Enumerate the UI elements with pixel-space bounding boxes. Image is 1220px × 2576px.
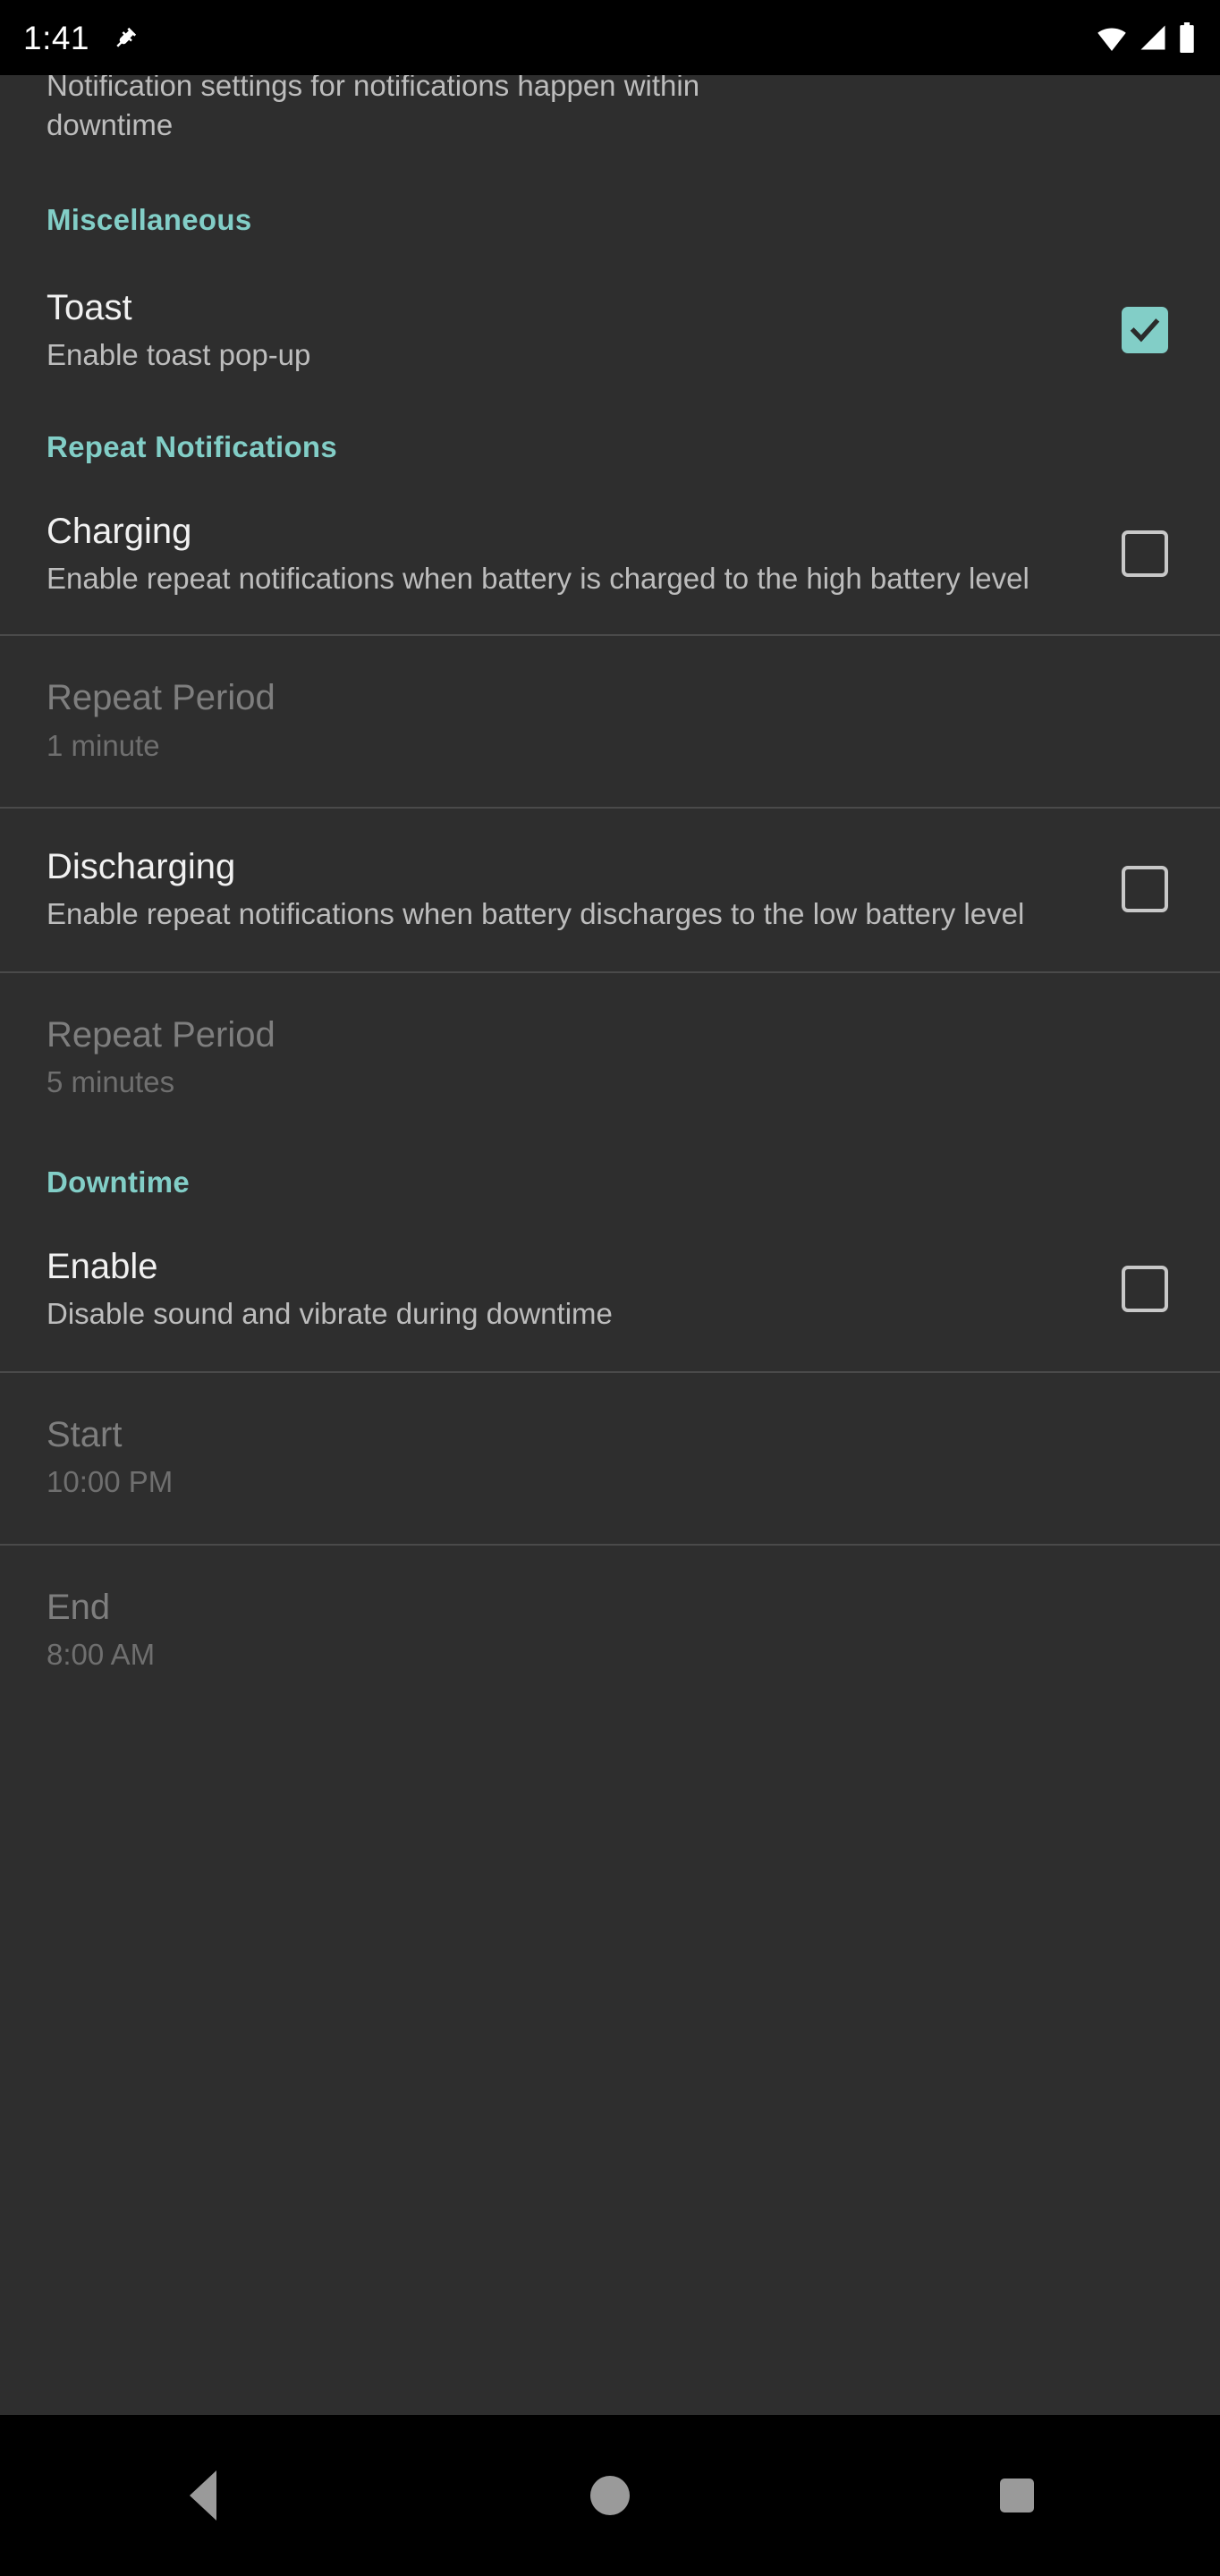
preference-text-charging: Charging Enable repeat notifications whe… xyxy=(47,511,1122,597)
checkbox-downtime-enable[interactable] xyxy=(1122,1265,1168,1312)
preference-summary-downtime-enable: Disable sound and vibrate during downtim… xyxy=(47,1296,613,1330)
preference-text-discharging: Discharging Enable repeat notifications … xyxy=(47,846,1122,932)
nav-recents-button[interactable] xyxy=(936,2415,1097,2576)
preference-row-repeat-period-charging[interactable]: Repeat Period 1 minute xyxy=(0,636,1220,806)
preference-row-charging[interactable]: Charging Enable repeat notifications whe… xyxy=(0,511,1220,634)
preference-row-toast[interactable]: Toast Enable toast pop-up xyxy=(0,287,1220,373)
preference-title-downtime-enable: Enable xyxy=(47,1246,158,1286)
nav-back-button[interactable] xyxy=(123,2415,284,2576)
preference-text-repeat-period-discharging: Repeat Period 5 minutes xyxy=(47,1014,1173,1100)
home-icon xyxy=(589,2476,630,2515)
preference-summary-toast: Enable toast pop-up xyxy=(47,337,311,371)
status-bar-clock: 1:41 xyxy=(23,19,90,56)
checkmark-icon xyxy=(1130,318,1160,343)
preference-summary-repeat-period-discharging: 5 minutes xyxy=(47,1065,175,1099)
plug-icon xyxy=(116,27,137,47)
status-bar: 1:41 xyxy=(0,0,1220,75)
preference-row-repeat-period-discharging[interactable]: Repeat Period 5 minutes xyxy=(0,973,1220,1109)
preference-title-repeat-period-discharging: Repeat Period xyxy=(47,1015,275,1055)
preference-row-downtime-enable[interactable]: Enable Disable sound and vibrate during … xyxy=(0,1246,1220,1371)
settings-scroll-container[interactable]: Notification settings for notifications … xyxy=(0,75,1220,2415)
category-header-downtime: Downtime xyxy=(47,1165,191,1199)
preference-summary-discharging: Enable repeat notifications when battery… xyxy=(47,897,1025,930)
wifi-icon xyxy=(1097,28,1126,51)
preference-text-downtime-end: End 8:00 AM xyxy=(47,1587,1173,1673)
preference-title-downtime-start: Start xyxy=(47,1415,123,1455)
preference-title-repeat-period-charging: Repeat Period xyxy=(47,678,275,718)
clipped-summary-line-2: downtime xyxy=(47,108,174,142)
preference-text-toast: Toast Enable toast pop-up xyxy=(47,287,1122,373)
checkbox-charging[interactable] xyxy=(1122,530,1168,578)
navigation-bar xyxy=(0,2415,1220,2576)
recents-icon xyxy=(999,2479,1034,2512)
nav-home-button[interactable] xyxy=(530,2415,690,2576)
status-bar-notification-icons xyxy=(111,23,138,52)
category-header-miscellaneous: Miscellaneous xyxy=(47,202,252,236)
preference-title-toast: Toast xyxy=(47,287,132,327)
battery-icon xyxy=(1180,22,1194,53)
preference-summary-downtime-end: 8:00 AM xyxy=(47,1637,156,1671)
preference-text-downtime-enable: Enable Disable sound and vibrate during … xyxy=(47,1246,1122,1332)
preference-title-charging: Charging xyxy=(47,511,192,551)
phone-screen: 1:41 Notification settings for notificat… xyxy=(0,0,1220,2576)
back-icon xyxy=(190,2470,217,2521)
clipped-preference-summary[interactable]: Notification settings for notifications … xyxy=(0,75,1220,144)
preference-summary-repeat-period-charging: 1 minute xyxy=(47,728,160,762)
checkbox-discharging[interactable] xyxy=(1122,866,1168,913)
clipped-summary-line-1: Notification settings for notifications … xyxy=(47,75,700,102)
cellular-signal-icon xyxy=(1140,25,1165,50)
preference-text-downtime-start: Start 10:00 PM xyxy=(47,1414,1173,1500)
preference-text-repeat-period-charging: Repeat Period 1 minute xyxy=(47,677,1173,763)
checkbox-toast[interactable] xyxy=(1122,306,1168,353)
preference-row-discharging[interactable]: Discharging Enable repeat notifications … xyxy=(0,809,1220,971)
preference-summary-charging: Enable repeat notifications when battery… xyxy=(47,562,1029,596)
preference-title-downtime-end: End xyxy=(47,1587,111,1627)
preference-summary-downtime-start: 10:00 PM xyxy=(47,1465,174,1499)
status-bar-system-icons xyxy=(1095,22,1197,53)
preference-row-downtime-start[interactable]: Start 10:00 PM xyxy=(0,1373,1220,1543)
category-header-repeat-notifications: Repeat Notifications xyxy=(47,429,338,463)
preference-row-downtime-end[interactable]: End 8:00 AM xyxy=(0,1546,1220,1716)
preference-title-discharging: Discharging xyxy=(47,846,236,886)
